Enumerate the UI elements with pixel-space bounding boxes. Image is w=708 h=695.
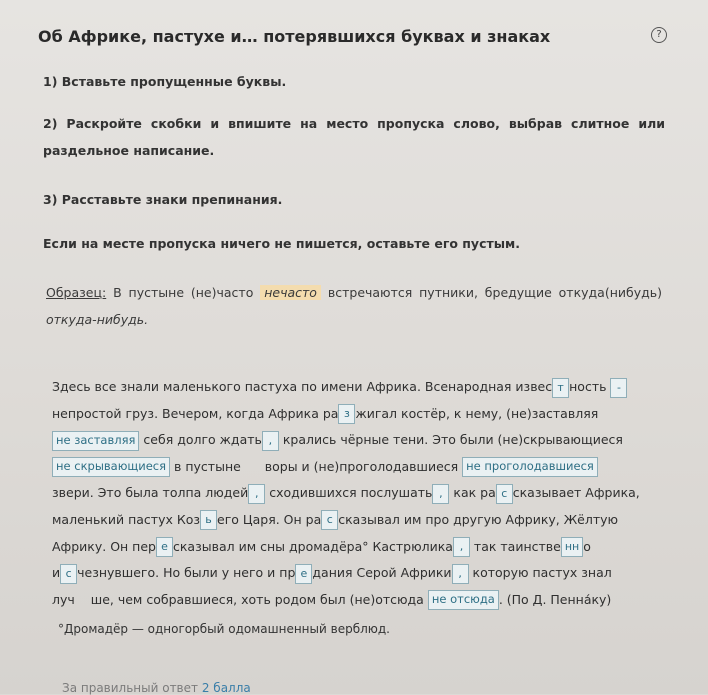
answer-input[interactable]: , — [452, 537, 470, 558]
sample-text-3: откуда(нибудь) — [558, 285, 663, 300]
answer-input[interactable]: не отсюда — [427, 590, 499, 611]
footnote: °Дромадёр — одногорбый одомашненный верб… — [58, 622, 390, 636]
text-fragment: ность — [569, 379, 611, 394]
exercise-title: Об Африке, пастухе и… потерявшихся буква… — [38, 27, 551, 46]
text-fragment: так таинстве — [469, 538, 561, 554]
text-fragment: звери. Это была толпа людей — [52, 485, 249, 501]
points-prefix: За правильный ответ — [62, 681, 199, 695]
instruction-3: 3) Расставьте знаки препинания. — [43, 192, 283, 207]
sample-text-1: В пустыне (не)часто — [113, 285, 254, 300]
text-fragment: жигал костёр, к нему, (не)заставляя — [355, 405, 599, 421]
text-fragment: в пустыне — [170, 458, 245, 474]
text-line: не заставляя себя долго ждать, крались ч… — [52, 427, 664, 454]
text-line: непростой груз. Вечером, когда Африка ра… — [52, 401, 664, 428]
empty-answer-input[interactable] — [245, 459, 261, 475]
text-line: маленький пастух Коз ь его Царя. Он ра с ска… — [52, 507, 664, 534]
answer-input[interactable]: , — [261, 430, 279, 451]
help-icon[interactable]: ? — [651, 27, 667, 43]
answer-input[interactable]: с — [60, 563, 78, 584]
sample-label: Образец: — [46, 285, 107, 300]
text-line: звери. Это была толпа людей, сходившихся… — [52, 480, 664, 507]
text-line: не скрывающиеся в пустыне воры и (не)про… — [52, 454, 664, 481]
text-fragment: сказывал им сны дромадёра° Кастрюлика — [172, 538, 453, 554]
text-line: луч ше, чем собравшиеся, хоть родом был (… — [52, 587, 664, 614]
instruction-4: Если на месте пропуска ничего не пишется… — [43, 236, 520, 251]
empty-answer-input[interactable] — [75, 592, 91, 608]
text-fragment: Африку. Он пер — [52, 538, 156, 554]
exercise-page: Об Африке, пастухе и… потерявшихся буква… — [0, 0, 708, 695]
text-line: Здесь все знали маленького пастуха по им… — [52, 374, 664, 401]
sample-answer-1: нечасто — [260, 285, 321, 300]
text-fragment: . (По Д. Пенна́ку) — [498, 591, 612, 607]
answer-input[interactable]: е — [295, 563, 313, 584]
answer-input[interactable]: с — [321, 510, 339, 531]
answer-input[interactable]: , — [451, 563, 469, 584]
text-fragment: его Царя. Он ра — [217, 511, 322, 527]
text-fragment: и — [52, 565, 61, 581]
instruction-1: 1) Вставьте пропущенные буквы. — [43, 74, 287, 89]
text-line: и с чезнувшего. Но были у него и пр е дания … — [52, 560, 664, 587]
answer-input[interactable]: , — [248, 483, 266, 504]
text-fragment: крались чёрные тени. Это были (не)скрыва… — [278, 432, 623, 448]
text-fragment: воры и (не)проголодавшиеся — [260, 458, 463, 474]
text-fragment: Здесь все знали маленького пастуха по им… — [52, 379, 553, 394]
answer-input[interactable]: нн — [560, 537, 584, 558]
points-link[interactable]: 2 балла — [202, 681, 251, 695]
text-fragment: о — [583, 538, 591, 554]
text-fragment: дания Серой Африки — [312, 565, 452, 581]
text-fragment: себя долго ждать — [139, 432, 262, 448]
text-fragment: как ра — [449, 485, 496, 501]
answer-input[interactable]: з — [338, 404, 356, 425]
answer-input[interactable]: не проголодавшиеся — [462, 457, 598, 478]
points-footer: За правильный ответ 2 балла — [62, 681, 251, 695]
text-fragment: непростой груз. Вечером, когда Африка ра — [52, 405, 339, 421]
text-fragment: луч — [52, 591, 75, 607]
text-fragment: сказывал им про другую Африку, Жёлтую — [338, 511, 619, 527]
text-fragment: маленький пастух Коз — [52, 511, 201, 527]
answer-input[interactable]: с — [495, 483, 513, 504]
answer-input[interactable]: - — [610, 377, 628, 398]
text-fragment: которую пастух знал — [468, 565, 612, 581]
sample-block: Образец: В пустыне (не)часто нечасто вст… — [46, 279, 662, 333]
answer-input[interactable]: не скрывающиеся — [52, 457, 171, 478]
text-fragment: ше, чем собравшиеся, хоть родом был (не)… — [90, 591, 428, 607]
sample-text-2: встречаются путники, бредущие — [327, 285, 552, 300]
text-fragment: сходившихся послушать — [265, 485, 433, 501]
sample-answer-2: откуда-нибудь. — [46, 312, 149, 327]
text-line: Африку. Он пер е сказывал им сны дромадёра… — [52, 534, 664, 561]
instruction-2: 2) Раскройте скобки и впишите на место п… — [43, 116, 665, 158]
text-fragment: чезнувшего. Но были у него и пр — [77, 565, 296, 581]
answer-input[interactable]: не заставляя — [52, 430, 140, 451]
answer-input[interactable]: ь — [200, 510, 218, 531]
exercise-text: Здесь все знали маленького пастуха по им… — [52, 374, 664, 613]
answer-input[interactable]: е — [155, 537, 173, 558]
answer-input[interactable]: т — [552, 377, 570, 398]
text-fragment: сказывает Африка, — [512, 485, 640, 501]
answer-input[interactable]: , — [432, 483, 450, 504]
